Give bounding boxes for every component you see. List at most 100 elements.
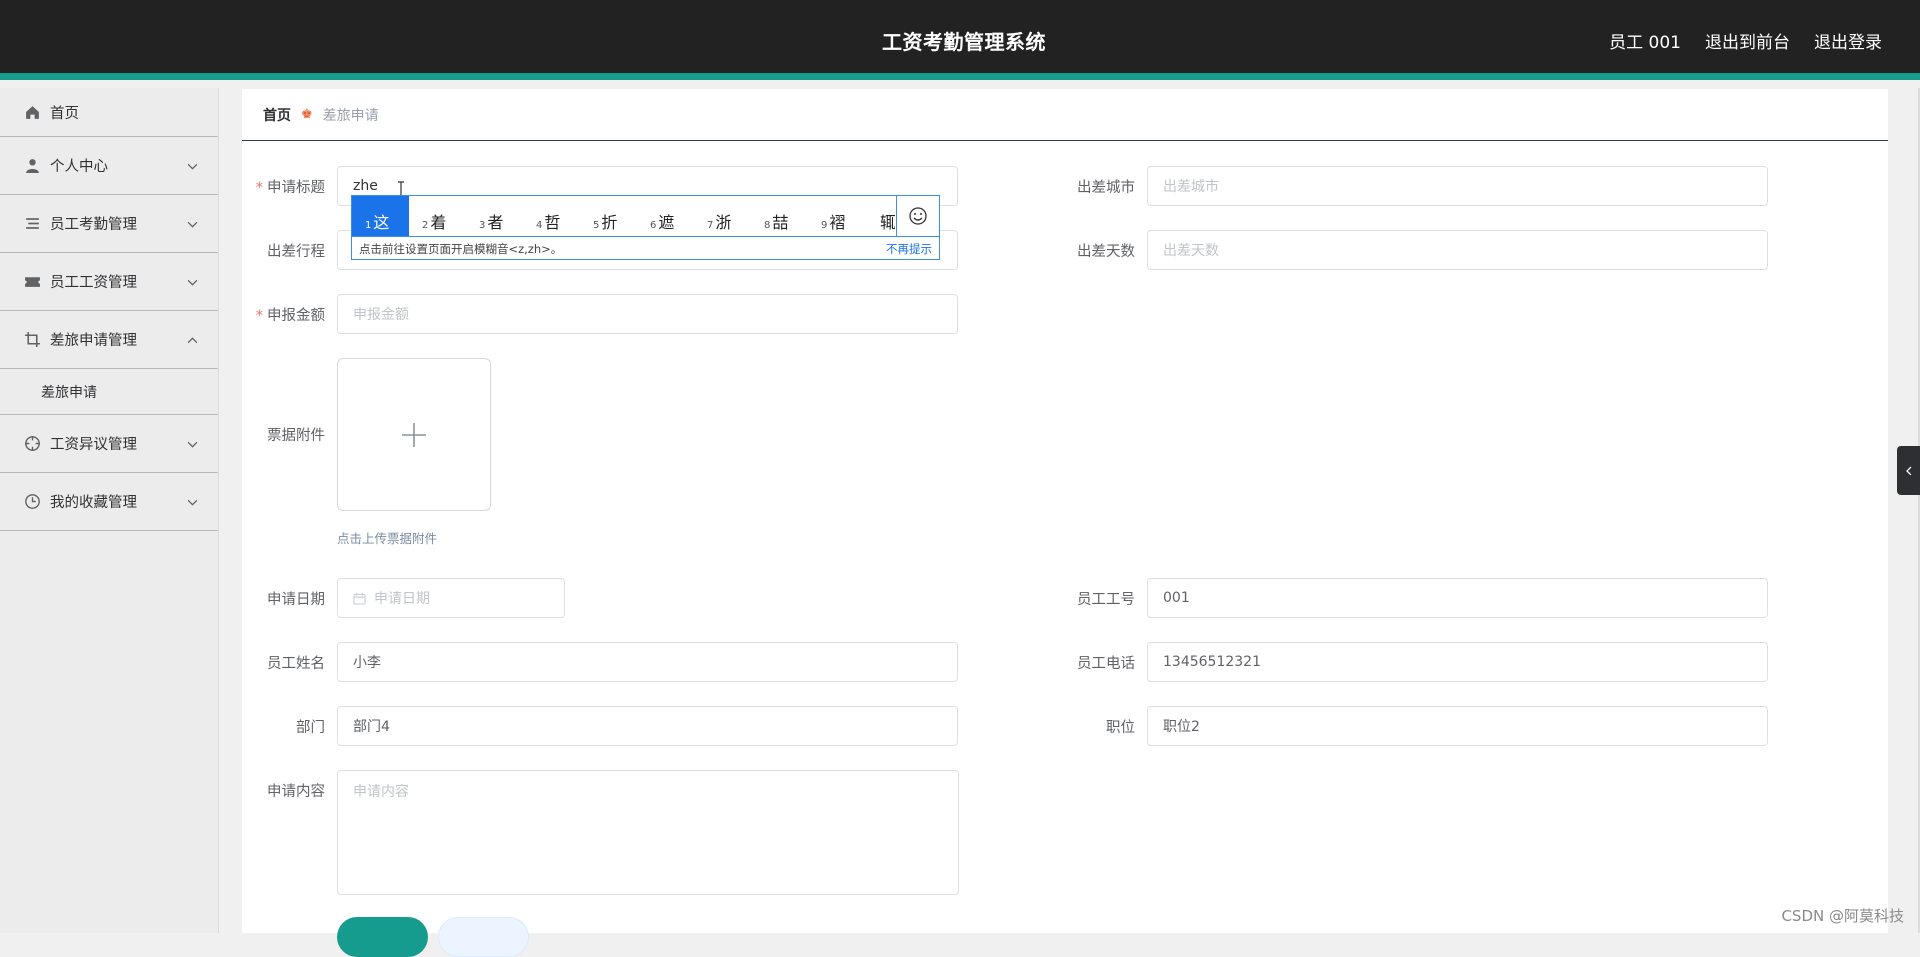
logout-link[interactable]: 退出登录 xyxy=(1814,28,1882,53)
ime-dismiss-link[interactable]: 不再提示 xyxy=(886,241,932,257)
sidebar-item-label: 首页 xyxy=(50,105,79,122)
attachment-label: 票据附件 xyxy=(267,428,325,444)
chevron-down-icon xyxy=(187,441,198,448)
emp-no-input[interactable]: 001 xyxy=(1147,578,1768,618)
header-accent-bar xyxy=(0,73,1920,80)
home-icon xyxy=(26,105,39,119)
current-user-link[interactable]: 员工 001 xyxy=(1609,28,1681,53)
chevron-down-icon xyxy=(187,221,198,228)
ime-candidate[interactable]: 5折 xyxy=(580,196,637,236)
ime-candidate[interactable]: 1这 xyxy=(352,196,409,236)
form-row-position: 职位 职位2 xyxy=(1054,706,1768,746)
emp-no-label: 员工工号 xyxy=(1077,591,1135,608)
title-typed-text: zhe xyxy=(353,178,378,194)
city-input[interactable]: 出差城市 xyxy=(1147,166,1768,206)
ime-candidate[interactable]: 7浙 xyxy=(694,196,751,236)
ime-candidate[interactable]: 2着 xyxy=(409,196,466,236)
emp-name-label: 员工姓名 xyxy=(267,655,325,672)
form-row-attachment: 票据附件 xyxy=(244,424,337,445)
submit-button[interactable] xyxy=(337,917,428,957)
calendar-icon xyxy=(353,592,366,605)
sidebar-item-travel[interactable]: 差旅申请管理 xyxy=(0,311,218,369)
plus-icon xyxy=(402,422,426,447)
sidebar-item-favorites[interactable]: 我的收藏管理 xyxy=(0,473,218,531)
dept-label: 部门 xyxy=(296,719,325,736)
sidebar-item-personal-center[interactable]: 个人中心 xyxy=(0,137,218,195)
form-row-emp-no: 员工工号 001 xyxy=(1054,578,1768,618)
ime-candidate[interactable]: 3者 xyxy=(466,196,523,236)
ime-candidate[interactable]: 辄 xyxy=(865,196,895,236)
crop-icon xyxy=(25,332,40,347)
chevron-down-icon xyxy=(187,163,198,170)
amount-input[interactable]: 申报金额 xyxy=(337,294,958,334)
chevron-up-icon xyxy=(187,336,198,343)
sidebar-item-home[interactable]: 首页 xyxy=(0,88,218,137)
clock-icon xyxy=(25,494,40,509)
itinerary-label: 出差行程 xyxy=(267,243,325,260)
days-label: 出差天数 xyxy=(1077,243,1135,260)
ime-tip-bar: 点击前往设置页面开启模糊音<z,zh>。 不再提示 xyxy=(352,236,939,260)
smiley-icon xyxy=(909,207,927,225)
form-row-dept: 部门 部门4 xyxy=(244,706,958,746)
date-picker[interactable]: 申请日期 xyxy=(337,578,565,618)
emp-phone-label: 员工电话 xyxy=(1077,655,1135,672)
ime-candidate[interactable]: 4哲 xyxy=(523,196,580,236)
target-icon xyxy=(25,436,40,451)
form-row-emp-phone: 员工电话 13456512321 xyxy=(1054,642,1768,682)
sidebar-item-salary[interactable]: 员工工资管理 xyxy=(0,253,218,311)
required-mark: * xyxy=(255,307,263,324)
form-row-city: 出差城市 出差城市 xyxy=(1054,166,1768,206)
cancel-button[interactable] xyxy=(438,917,529,957)
days-input[interactable]: 出差天数 xyxy=(1147,230,1768,270)
sidebar-item-label: 工资异议管理 xyxy=(50,437,137,453)
sidebar-item-objection[interactable]: 工资异议管理 xyxy=(0,415,218,473)
sidebar-item-label: 我的收藏管理 xyxy=(50,495,137,511)
attachment-upload-box[interactable] xyxy=(337,358,491,511)
breadcrumb-current: 差旅申请 xyxy=(322,107,379,124)
attachment-hint: 点击上传票据附件 xyxy=(337,531,438,546)
user-icon xyxy=(26,159,39,173)
ime-candidate[interactable]: 6遮 xyxy=(637,196,694,236)
ime-emoji-button[interactable] xyxy=(896,196,939,236)
ime-tip-text[interactable]: 点击前往设置页面开启模糊音<z,zh>。 xyxy=(359,241,562,257)
form-row-content: 申请内容 xyxy=(244,770,337,810)
required-mark: * xyxy=(255,179,263,196)
position-label: 职位 xyxy=(1106,719,1135,736)
chevron-left-icon xyxy=(1905,466,1911,475)
side-panel-toggle[interactable] xyxy=(1897,446,1920,495)
sidebar-item-label: 差旅申请管理 xyxy=(50,333,137,349)
list-icon xyxy=(26,218,39,229)
form-row-days: 出差天数 出差天数 xyxy=(1054,230,1768,270)
back-to-front-link[interactable]: 退出到前台 xyxy=(1705,28,1790,53)
breadcrumb-home[interactable]: 首页 xyxy=(263,105,291,125)
dept-input[interactable]: 部门4 xyxy=(337,706,958,746)
content-label: 申请内容 xyxy=(267,783,325,800)
date-label: 申请日期 xyxy=(267,591,325,608)
ime-candidate[interactable]: 8喆 xyxy=(751,196,808,236)
sidebar-item-label: 员工工资管理 xyxy=(50,275,137,291)
emp-phone-input[interactable]: 13456512321 xyxy=(1147,642,1768,682)
sidebar-subitem-travel-apply[interactable]: 差旅申请 xyxy=(0,369,218,415)
city-label: 出差城市 xyxy=(1077,179,1135,196)
form-row-date: 申请日期 申请日期 xyxy=(244,578,565,618)
breadcrumb: 首页 ♚ 差旅申请 xyxy=(242,89,1888,141)
content-textarea[interactable]: 申请内容 xyxy=(337,770,959,895)
amount-label: 申报金额 xyxy=(267,307,325,324)
sidebar-item-label: 员工考勤管理 xyxy=(50,217,137,233)
date-placeholder: 申请日期 xyxy=(374,591,430,607)
top-links: 员工 001 退出到前台 退出登录 xyxy=(1609,28,1882,53)
ime-candidate[interactable]: 9褶 xyxy=(808,196,865,236)
chevron-down-icon xyxy=(187,499,198,506)
title-label: 申请标题 xyxy=(267,179,325,196)
emp-name-input[interactable]: 小李 xyxy=(337,642,958,682)
top-bar: 工资考勤管理系统 员工 001 退出到前台 退出登录 xyxy=(0,0,1920,80)
breadcrumb-separator-icon: ♚ xyxy=(301,107,313,122)
sidebar-item-attendance[interactable]: 员工考勤管理 xyxy=(0,195,218,253)
sidebar: 首页 个人中心 员工考勤管理 员工工资管理 差旅申请管理 差旅申请 工资异议管理… xyxy=(0,88,219,933)
ticket-icon xyxy=(25,277,40,287)
position-input[interactable]: 职位2 xyxy=(1147,706,1768,746)
watermark: CSDN @阿莫科技 xyxy=(1781,907,1904,925)
ime-candidate-popup: 1这 2着 3者 4哲 5折 6遮 7浙 8喆 9褶 辄 点击前往设置页面开启模… xyxy=(351,195,940,260)
ime-candidate-list: 1这 2着 3者 4哲 5折 6遮 7浙 8喆 9褶 辄 xyxy=(352,196,898,236)
sidebar-item-label: 个人中心 xyxy=(50,159,108,175)
